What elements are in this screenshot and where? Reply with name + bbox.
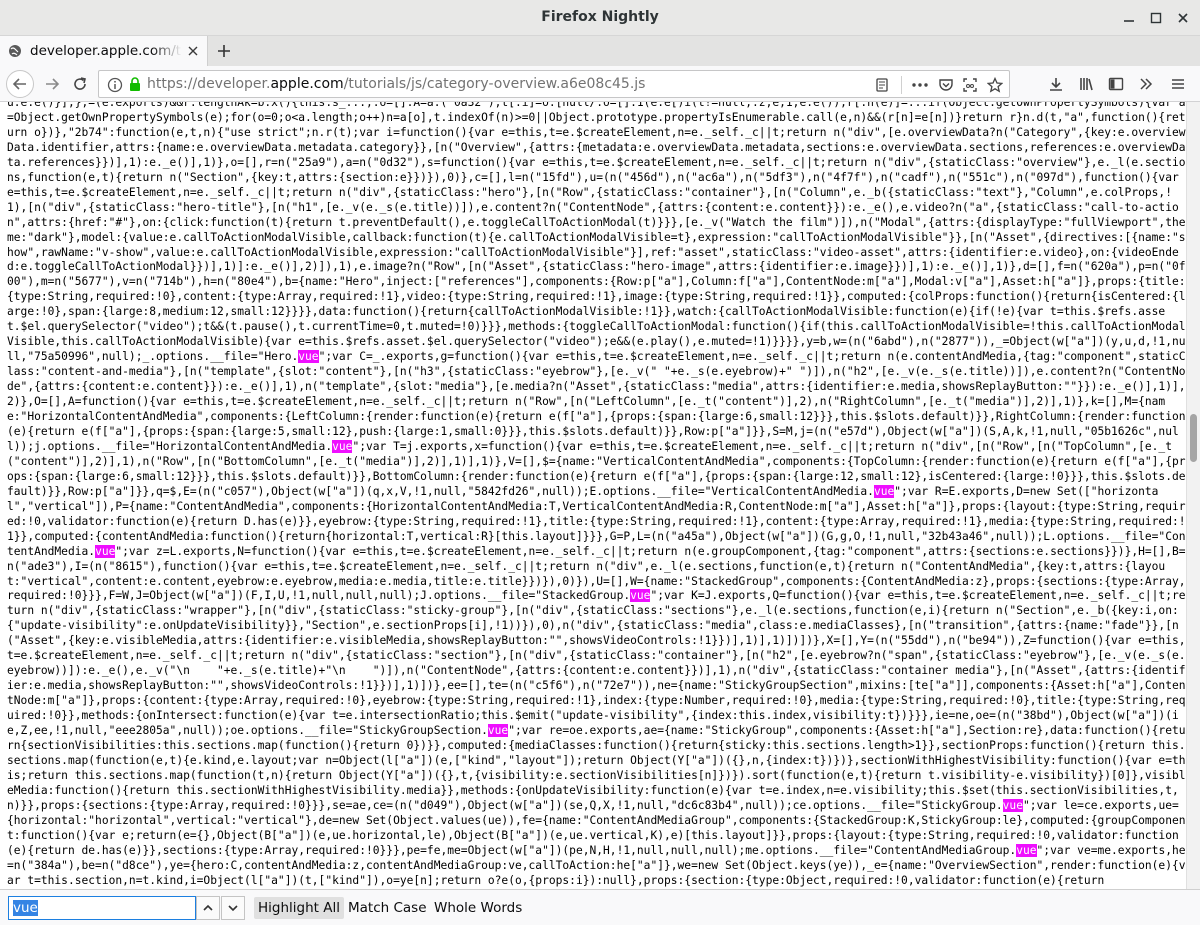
chevron-down-icon (228, 905, 238, 912)
page-actions-button[interactable] (911, 76, 929, 94)
url-prefix: https://developer. (147, 76, 271, 92)
find-bar: vue Highlight All Match Case Whole Words (0, 889, 1200, 925)
downloads-button[interactable] (1042, 70, 1070, 98)
code-segment: u.e.e()}];},=(e.exports)&&r.lengthAk=b.x… (7, 102, 1186, 364)
tab-strip: developer.apple.com/tutorials/js/categor… (0, 36, 1200, 66)
search-match-highlight: vue (630, 589, 651, 603)
library-button[interactable] (1073, 70, 1101, 98)
close-window-button[interactable] (1172, 7, 1194, 29)
navigation-toolbar: https://developer.apple.com/tutorials/js… (0, 66, 1200, 102)
bookmark-button[interactable] (986, 76, 1004, 94)
find-previous-button[interactable] (196, 896, 220, 920)
close-icon (188, 46, 198, 56)
search-match-highlight: vue (95, 544, 116, 558)
reload-icon (74, 77, 86, 90)
menu-button[interactable] (1164, 70, 1192, 98)
chevron-up-icon (203, 904, 213, 911)
maximize-icon (1150, 12, 1162, 24)
url-bar-separator (901, 76, 902, 94)
forward-arrow-icon (46, 78, 60, 90)
star-icon (987, 77, 1003, 93)
plus-icon (218, 45, 230, 57)
tab-title: developer.apple.com/tutorials/js/categor… (30, 43, 182, 59)
tab-active[interactable]: developer.apple.com/tutorials/js/categor… (0, 36, 208, 66)
search-match-highlight: vue (873, 484, 895, 498)
minimize-button[interactable] (1118, 7, 1140, 29)
library-icon (1080, 78, 1093, 91)
vertical-scrollbar[interactable] (1186, 102, 1200, 889)
lock-icon[interactable] (127, 76, 143, 96)
window-title: Firefox Nightly (541, 9, 659, 25)
screenshot-button[interactable] (961, 76, 979, 94)
find-query: vue (13, 900, 38, 916)
match-case-toggle[interactable]: Match Case (344, 897, 431, 919)
download-icon (1050, 78, 1062, 91)
whole-words-toggle[interactable]: Whole Words (430, 897, 526, 919)
url-text[interactable]: https://developer.apple.com/tutorials/js… (147, 76, 645, 92)
back-button[interactable] (6, 70, 34, 98)
highlight-all-toggle[interactable]: Highlight All (254, 897, 344, 919)
url-bar[interactable]: https://developer.apple.com/tutorials/js… (98, 70, 1010, 98)
close-icon (1178, 13, 1188, 23)
reader-view-button[interactable] (873, 76, 891, 94)
pocket-button[interactable] (937, 76, 955, 94)
search-match-highlight: vue (1016, 843, 1037, 857)
globe-icon (8, 44, 22, 58)
sidebar-icon (1108, 77, 1124, 91)
more-icon (912, 83, 928, 87)
code-segment: ";var K=J.exports,Q=function(){var e=thi… (7, 589, 1186, 738)
find-next-button[interactable] (221, 896, 245, 920)
scrollbar-thumb[interactable] (1190, 414, 1197, 462)
overflow-chevron-icon (1140, 78, 1153, 90)
info-icon[interactable] (107, 77, 123, 97)
search-match-highlight: vue (332, 439, 353, 453)
search-match-highlight: vue (298, 350, 319, 364)
sidebar-button[interactable] (1102, 70, 1130, 98)
url-path: /tutorials/js/category-overview.a6e08c45… (343, 76, 646, 92)
source-code-text: u.e.e()}];},=(e.exports)&&r.lengthAk=b.x… (7, 102, 1186, 889)
maximize-button[interactable] (1145, 7, 1167, 29)
pocket-icon (939, 79, 953, 91)
back-arrow-icon (12, 78, 26, 90)
forward-button[interactable] (38, 70, 66, 98)
code-segment: ";var C=_.exports,g=function(){var e=thi… (7, 350, 1186, 453)
find-input[interactable]: vue (8, 896, 196, 920)
close-tab-button[interactable] (185, 43, 201, 59)
page-content[interactable]: u.e.e()}];},=(e.exports)&&r.lengthAk=b.x… (0, 102, 1186, 889)
search-match-highlight: vue (487, 724, 509, 738)
url-host: apple.com (270, 76, 344, 92)
new-tab-button[interactable] (212, 39, 236, 63)
minimize-icon (1124, 20, 1134, 22)
hamburger-menu-icon (1172, 79, 1184, 89)
screenshot-icon (963, 78, 977, 92)
reload-button[interactable] (66, 70, 94, 98)
window-titlebar: Firefox Nightly (0, 0, 1200, 36)
reader-view-icon (876, 78, 888, 92)
overflow-button[interactable] (1132, 70, 1160, 98)
search-match-highlight: vue (1002, 798, 1023, 812)
